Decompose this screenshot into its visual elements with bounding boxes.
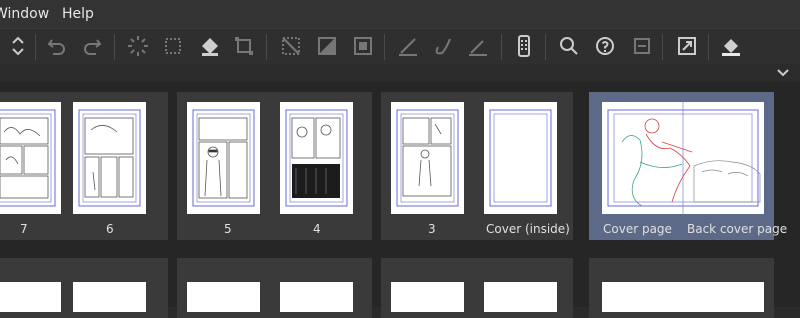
line-icon[interactable] [463,31,493,61]
page-thumbnail-5[interactable] [187,102,260,214]
page-thumbnail-4[interactable] [280,102,353,214]
zoom-icon[interactable] [554,31,584,61]
page-label: 3 [428,222,436,236]
redo-icon[interactable] [77,31,107,61]
fill-icon[interactable] [195,31,225,61]
page-label: 5 [224,222,232,236]
page-thumbnail-7[interactable] [0,102,61,214]
panel-header [0,64,800,82]
help-icon[interactable] [590,31,620,61]
menu-window[interactable]: Window [0,6,49,22]
page-manager: 7 6 5 4 3 Cover (inside) Cover page Back… [0,82,800,318]
page-thumbnail-cover-inside[interactable] [484,102,557,214]
page-label: 7 [20,222,28,236]
invert-selection-icon[interactable] [312,31,342,61]
page-label: 6 [106,222,114,236]
page-thumbnail-cover[interactable] [602,102,764,214]
page-thumbnail-3[interactable] [391,102,464,214]
loading-icon[interactable] [123,31,153,61]
page-thumbnail-6[interactable] [73,102,146,214]
fullscreen-icon[interactable] [672,31,702,61]
page-thumbnail[interactable] [187,282,260,312]
menu-bar: Window Help [0,0,800,28]
pen-icon[interactable] [393,31,423,61]
brush-icon[interactable] [428,31,458,61]
export-icon[interactable] [627,31,657,61]
undo-icon[interactable] [42,31,72,61]
fill-color-icon[interactable] [716,31,746,61]
show-selection-icon[interactable] [348,31,378,61]
clear-selection-icon[interactable] [276,31,306,61]
device-icon[interactable] [509,31,539,61]
toolbar [0,28,800,65]
page-thumbnail[interactable] [73,282,146,312]
chevron-down-icon[interactable] [776,67,790,79]
page-thumbnail[interactable] [602,282,764,312]
page-label: Cover (inside) [486,222,570,236]
page-thumbnail[interactable] [391,282,464,312]
page-thumbnail[interactable] [0,282,61,312]
page-thumbnail[interactable] [280,282,353,312]
page-label: Cover page [603,222,672,236]
updown-icon[interactable] [3,31,33,61]
menu-help[interactable]: Help [62,6,94,22]
page-thumbnail[interactable] [484,282,557,312]
transform-icon[interactable] [229,31,259,61]
page-label: 4 [313,222,321,236]
crop-icon[interactable] [158,31,188,61]
page-label: Back cover page [687,222,788,236]
